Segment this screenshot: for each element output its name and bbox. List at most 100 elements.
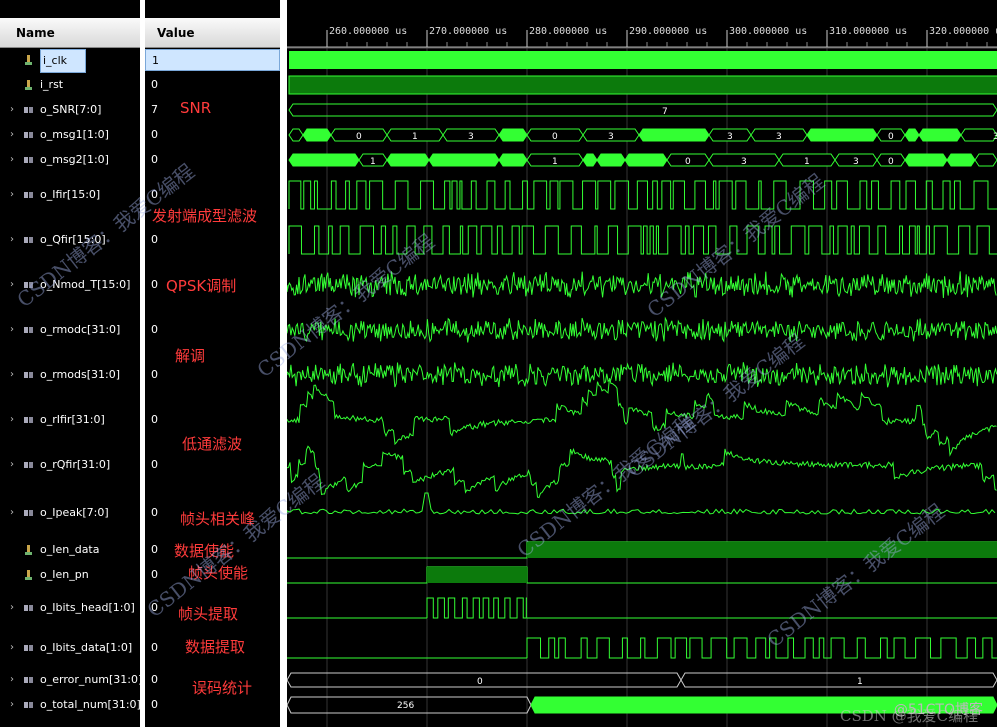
signal-row[interactable]: › o_Ifir[15:0] bbox=[0, 184, 140, 206]
annotation-lowpass: 低通滤波 bbox=[182, 435, 243, 453]
expand-chevron-icon[interactable]: › bbox=[10, 184, 14, 206]
rst-trace bbox=[288, 75, 997, 95]
msg-bus-segment bbox=[960, 128, 997, 142]
msg-bus-label: 1 bbox=[552, 157, 558, 167]
msg-bus-label: 0 bbox=[356, 132, 362, 142]
signal-value[interactable]: 0 bbox=[145, 454, 280, 476]
signal-name: i_rst bbox=[40, 78, 64, 91]
ruler-tick-label: 300.000000 us bbox=[729, 26, 807, 37]
signal-row[interactable]: › o_Ipeak[7:0] bbox=[0, 502, 140, 524]
signal-row[interactable]: › o_rmodc[31:0] bbox=[0, 319, 140, 341]
expand-chevron-icon[interactable]: › bbox=[10, 99, 14, 121]
signal-row[interactable]: › o_error_num[31:0] bbox=[0, 669, 143, 691]
waveform-canvas[interactable]: 260.000000 us 270.000000 us 280.000000 us 2… bbox=[287, 0, 997, 727]
total-num-label: 256 bbox=[397, 701, 414, 711]
expand-chevron-icon[interactable]: › bbox=[10, 229, 14, 251]
corner-watermark: @51CTO博客 bbox=[893, 702, 983, 718]
signal-row[interactable]: i_rst bbox=[0, 74, 140, 96]
msg-bus-segment bbox=[904, 153, 948, 167]
bus-signal-icon bbox=[24, 677, 33, 683]
bit-signal-icon bbox=[25, 55, 32, 65]
msg-bus-segment bbox=[946, 153, 976, 167]
ruler-tick-label: 260.000000 us bbox=[329, 26, 407, 37]
expand-chevron-icon[interactable]: › bbox=[10, 364, 14, 386]
msg-bus-label: 3 bbox=[608, 132, 614, 142]
bus-signal-icon bbox=[24, 132, 33, 138]
annotation-snr: SNR bbox=[180, 99, 212, 117]
bus-signal-icon bbox=[24, 702, 33, 708]
bit-signal-icon bbox=[25, 570, 32, 580]
signal-name: o_total_num[31:0] bbox=[40, 698, 141, 711]
annotation-data-extract: 数据提取 bbox=[185, 638, 246, 656]
ipeak-trace bbox=[287, 492, 996, 515]
signal-value[interactable]: 0 bbox=[145, 229, 280, 251]
msg-bus-segment bbox=[302, 128, 332, 142]
ruler-tick-label: 320.000000 us bbox=[929, 26, 997, 37]
signal-row[interactable]: › o_rIfir[31:0] bbox=[0, 409, 140, 431]
bit-signal-icon bbox=[25, 545, 32, 555]
rmodc-trace bbox=[287, 316, 997, 343]
expand-chevron-icon[interactable]: › bbox=[10, 319, 14, 341]
expand-chevron-icon[interactable]: › bbox=[10, 669, 14, 691]
signal-row[interactable]: › o_total_num[31:0] bbox=[0, 694, 141, 716]
signal-row[interactable]: › o_Ibits_data[1:0] bbox=[0, 637, 140, 659]
signal-name: o_error_num[31:0] bbox=[40, 673, 143, 686]
annotation-demod: 解调 bbox=[175, 347, 206, 365]
ruler-tick-label: 270.000000 us bbox=[429, 26, 507, 37]
signal-name: o_Ibits_head[1:0] bbox=[40, 601, 135, 614]
pulse-trace bbox=[288, 180, 997, 210]
signal-name: o_Ipeak[7:0] bbox=[40, 506, 109, 519]
signal-value[interactable]: 1 bbox=[145, 49, 280, 71]
msg-bus-segment bbox=[288, 153, 360, 167]
msg-bus-segment bbox=[918, 128, 962, 142]
msg-bus-segment bbox=[386, 153, 430, 167]
signal-row[interactable]: › o_msg2[1:0] bbox=[0, 149, 140, 171]
msg-bus-segment bbox=[498, 128, 528, 142]
signal-row[interactable]: › o_rmods[31:0] bbox=[0, 364, 140, 386]
name-column-header[interactable]: Name bbox=[0, 18, 140, 48]
msg-bus-label: 0 bbox=[888, 132, 894, 142]
signal-row[interactable]: › o_msg1[1:0] bbox=[0, 124, 140, 146]
msg-bus-segment bbox=[806, 128, 878, 142]
expand-chevron-icon[interactable]: › bbox=[10, 124, 14, 146]
msg-bus-label: 3 bbox=[776, 132, 782, 142]
bus-signal-icon bbox=[24, 417, 33, 423]
signal-row[interactable]: o_Ien_pn bbox=[0, 564, 140, 586]
msg-bus-segment bbox=[582, 153, 598, 167]
error-num-label: 1 bbox=[857, 677, 863, 687]
signal-row[interactable]: i_clk bbox=[0, 49, 140, 73]
expand-chevron-icon[interactable]: › bbox=[10, 637, 14, 659]
error-num-bus bbox=[287, 672, 682, 688]
signal-row[interactable]: › o_SNR[7:0] bbox=[0, 99, 140, 121]
expand-chevron-icon[interactable]: › bbox=[10, 149, 14, 171]
signal-value[interactable]: 0 bbox=[145, 74, 280, 96]
msg-bus-label: 3 bbox=[741, 157, 747, 167]
signal-value[interactable]: 7 bbox=[145, 99, 280, 121]
annotation-tx-shaping-filter: 发射端成型滤波 bbox=[152, 207, 258, 225]
expand-chevron-icon[interactable]: › bbox=[10, 409, 14, 431]
msg-bus-label: 3 bbox=[853, 157, 859, 167]
signal-value[interactable]: 0 bbox=[145, 124, 280, 146]
signal-row[interactable]: o_Ien_data bbox=[0, 539, 140, 561]
signal-value[interactable]: 0 bbox=[145, 319, 280, 341]
signal-name: i_clk bbox=[40, 49, 87, 73]
ien-pn-trace bbox=[287, 566, 997, 584]
msg-bus-segment bbox=[288, 128, 304, 142]
expand-chevron-icon[interactable]: › bbox=[10, 597, 14, 619]
ien-data-fill bbox=[527, 542, 997, 558]
msg-bus-label: 3 bbox=[468, 132, 474, 142]
signal-name: o_Ibits_data[1:0] bbox=[40, 641, 133, 654]
signal-row[interactable]: › o_Ibits_head[1:0] bbox=[0, 597, 140, 619]
expand-chevron-icon[interactable]: › bbox=[10, 502, 14, 524]
expand-chevron-icon[interactable]: › bbox=[10, 694, 14, 716]
signal-value[interactable]: 0 bbox=[145, 409, 280, 431]
signal-row[interactable]: › o_rQfir[31:0] bbox=[0, 454, 140, 476]
msg-bus-label: 0 bbox=[685, 157, 691, 167]
value-column-header[interactable]: Value bbox=[145, 18, 280, 48]
bus-signal-icon bbox=[24, 237, 33, 243]
ien-pn-fill bbox=[427, 567, 527, 583]
signal-name: o_msg1[1:0] bbox=[40, 128, 109, 141]
snr-bus-label: 7 bbox=[662, 107, 668, 117]
expand-chevron-icon[interactable]: › bbox=[10, 454, 14, 476]
bus-signal-icon bbox=[24, 372, 33, 378]
